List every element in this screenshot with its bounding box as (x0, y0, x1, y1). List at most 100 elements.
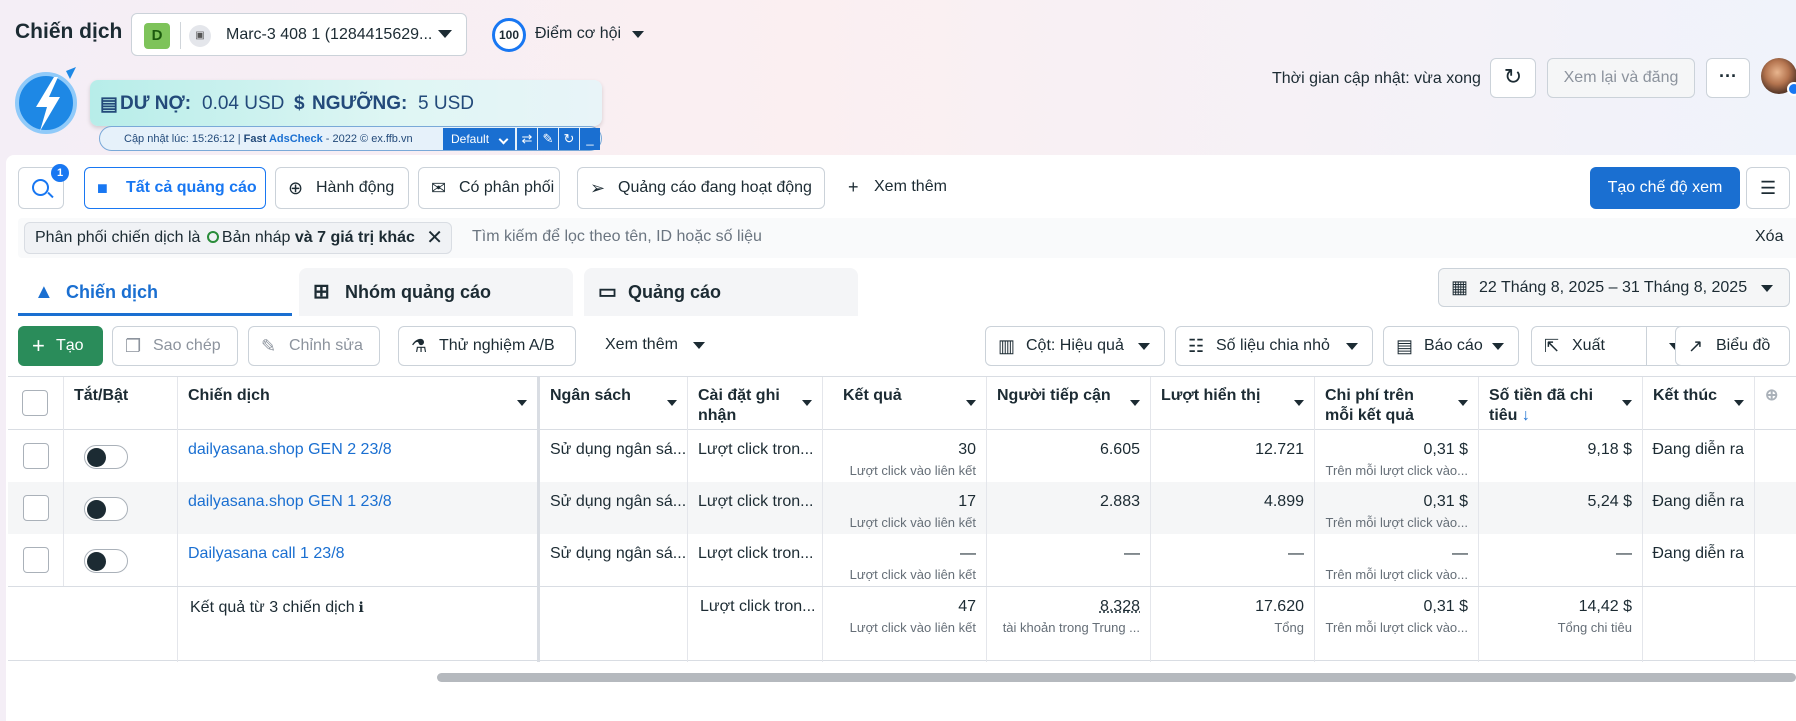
refresh-icon[interactable]: ↻ (559, 128, 579, 150)
filter-chip-suffix: và 7 giá trị khác (290, 229, 415, 246)
minimize-icon[interactable]: _ (580, 128, 600, 150)
summary-cost-per-result-subtext: Trên mỗi lượt click vào... (1325, 620, 1468, 635)
campaign-table: Tắt/Bật Chiến dịch Ngân sách Cài đặt ghi… (8, 376, 1796, 670)
table-header: Tắt/Bật Chiến dịch Ngân sách Cài đặt ghi… (8, 376, 1796, 430)
chevron-down-icon (1622, 400, 1632, 406)
impressions-cell: — (1151, 534, 1315, 586)
refresh-button[interactable]: ↻ (1490, 58, 1536, 98)
summary-impressions-subtext: Tổng (1274, 620, 1304, 635)
select-all-checkbox[interactable] (22, 390, 48, 416)
review-publish-button[interactable]: Xem lại và đăng (1547, 58, 1695, 98)
avatar[interactable] (1761, 58, 1796, 96)
report-button[interactable]: ▤ Báo cáo (1383, 326, 1519, 366)
summary-impressions: 17.620 Tổng (1151, 587, 1315, 662)
header-budget[interactable]: Ngân sách (540, 377, 688, 430)
more-actions-button[interactable]: Xem thêm (597, 326, 717, 366)
summary-results-value: 47 (958, 598, 976, 615)
create-button[interactable]: + Tạo (18, 326, 103, 366)
tab-campaigns[interactable]: ▲ Chiến dịch (18, 268, 292, 316)
actions-button[interactable]: ⊕ Hành động (275, 167, 409, 209)
campaign-name-link[interactable]: dailyasana.shop GEN 1 23/8 (178, 482, 540, 534)
opportunity-score-ring: 100 (492, 18, 526, 52)
breakdown-label: Số liệu chia nhỏ (1216, 337, 1330, 354)
facebook-badge-icon (1787, 82, 1796, 96)
duplicate-button[interactable]: ❐ Sao chép (112, 326, 238, 366)
campaign-name-link[interactable]: Dailyasana call 1 23/8 (178, 534, 540, 586)
filter-chip[interactable]: Phân phối chiến dịch là Bản nháp và 7 gi… (24, 222, 452, 254)
campaign-toggle[interactable] (84, 497, 128, 521)
filter-search-input[interactable]: Tìm kiếm để lọc theo tên, ID hoặc số liệ… (472, 228, 762, 246)
view-settings-button[interactable]: ☰ (1746, 167, 1790, 209)
impressions-cell-value: — (1288, 545, 1304, 562)
summary-empty-cell (8, 587, 178, 662)
edit-icon[interactable]: ✎ (538, 128, 558, 150)
header-amount-spent[interactable]: Số tiền đã chi tiêu ↓ (1479, 377, 1643, 430)
with-delivery-label: Có phân phối (459, 179, 555, 196)
ads-balance-panel: ▤ DƯ NỢ: 0.04 USD $ NGƯỠNG: 5 USD (90, 80, 602, 126)
all-ads-button[interactable]: ■ Tất cả quảng cáo (84, 167, 266, 209)
active-ads-button[interactable]: ➢ Quảng cáo đang hoạt động (577, 167, 825, 209)
row-toggle-cell (64, 482, 178, 534)
table-row[interactable]: dailyasana.shop GEN 1 23/8 Sử dụng ngân s… (8, 482, 1796, 534)
row-checkbox[interactable] (23, 547, 49, 573)
header-campaign[interactable]: Chiến dịch (178, 377, 540, 430)
results-cell: 17 Lượt click vào liên kết (823, 482, 987, 534)
date-range-picker[interactable]: ▦ 22 Tháng 8, 2025 – 31 Tháng 8, 2025 (1438, 268, 1790, 307)
summary-results: 47 Lượt click vào liên kết (823, 587, 987, 662)
table-row[interactable]: Dailyasana call 1 23/8 Sử dụng ngân sá...… (8, 534, 1796, 586)
with-delivery-button[interactable]: ✉ Có phân phối (418, 167, 560, 209)
header-impressions[interactable]: Lượt hiển thị (1151, 377, 1315, 430)
actions-label: Hành động (316, 179, 395, 196)
row-toggle-cell (64, 430, 178, 482)
header-onoff[interactable]: Tắt/Bật (64, 377, 178, 430)
row-checkbox[interactable] (23, 495, 49, 521)
budget-cell: Sử dụng ngân sá... (540, 482, 688, 534)
search-filter-button[interactable]: 1 (18, 164, 69, 209)
header-cost-per-result[interactable]: Chi phí trên mỗi kết quả (1315, 377, 1479, 430)
account-avatar-letter: D (144, 23, 170, 49)
row-toggle-cell (64, 534, 178, 586)
row-checkbox[interactable] (23, 443, 49, 469)
clear-filters-button[interactable]: Xóa (1755, 228, 1783, 246)
ends-cell-value: Đang diễn ra (1652, 493, 1744, 510)
header-select-all (8, 377, 64, 430)
pencil-icon: ✎ (261, 336, 277, 356)
tab-ad-sets[interactable]: ⊞ Nhóm quảng cáo (299, 268, 573, 316)
results-cell: — Lượt click vào liên kết (823, 534, 987, 586)
send-icon: ➢ (590, 178, 606, 198)
chevron-down-icon (1761, 285, 1773, 292)
add-column-icon[interactable]: ⊕ (1755, 377, 1795, 430)
ab-test-button[interactable]: ⚗ Thử nghiệm A/B (398, 326, 576, 366)
table-row[interactable]: dailyasana.shop GEN 2 23/8 Sử dụng ngân s… (8, 430, 1796, 482)
tab-ads[interactable]: ▭ Quảng cáo (584, 268, 858, 316)
header-reach[interactable]: Người tiếp cận (987, 377, 1151, 430)
horizontal-scrollbar[interactable] (437, 673, 1796, 682)
close-icon[interactable]: ✕ (426, 223, 443, 253)
amount-spent-cell: 9,18 $ (1479, 430, 1643, 482)
header-results[interactable]: Kết quả (823, 377, 987, 430)
results-cell-value: 30 (958, 441, 976, 458)
chevron-down-icon (1734, 400, 1744, 406)
results-cell-value: 17 (958, 493, 976, 510)
info-icon[interactable]: ℹ (355, 599, 363, 615)
campaign-toggle[interactable] (84, 549, 128, 573)
breakdown-button[interactable]: ☷ Số liệu chia nhỏ (1175, 326, 1373, 366)
more-options-button[interactable]: ··· (1706, 58, 1750, 98)
toggle-knob (87, 552, 106, 571)
campaign-name-link[interactable]: dailyasana.shop GEN 2 23/8 (178, 430, 540, 482)
account-selector[interactable]: D ▣ Marc-3 408 1 (1284415629... (131, 13, 467, 56)
header-label: Kết quả (843, 387, 902, 404)
summary-label-wrap: Kết quả từ 3 chiến dịch ℹ (190, 597, 537, 618)
campaign-toggle[interactable] (84, 445, 128, 469)
header-attribution[interactable]: Cài đặt ghi nhận (688, 377, 823, 430)
columns-button[interactable]: ▥ Cột: Hiệu quả (985, 326, 1165, 366)
see-more-button[interactable]: + Xem thêm (848, 167, 947, 209)
header-ends[interactable]: Kết thúc (1643, 377, 1755, 430)
preset-select[interactable]: Default (443, 128, 515, 150)
chart-button[interactable]: ↗ Biểu đồ (1675, 326, 1790, 366)
opportunity-score-label: Điểm cơ hội (535, 25, 622, 42)
summary-amount-spent-value: 14,42 $ (1578, 598, 1632, 615)
create-view-button[interactable]: Tạo chế độ xem (1590, 167, 1740, 209)
shuffle-icon[interactable]: ⇄ (517, 128, 537, 150)
edit-button[interactable]: ✎ Chỉnh sửa (248, 326, 380, 366)
